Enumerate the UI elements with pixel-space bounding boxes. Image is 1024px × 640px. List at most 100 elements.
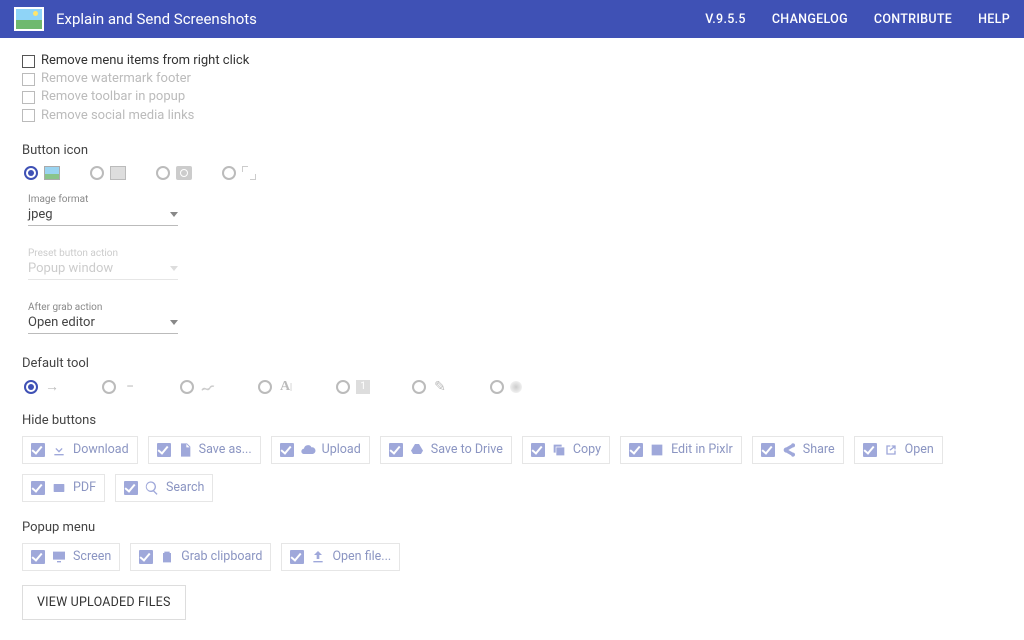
preset-action-caption: Preset button action <box>28 248 1002 259</box>
version-label: V.9.5.5 <box>705 12 746 27</box>
hide-pdf-label: PDF <box>73 480 96 495</box>
remove-watermark-option: Remove watermark footer <box>22 70 1002 88</box>
popup-grabclipboard-label: Grab clipboard <box>181 549 262 564</box>
checked-checkbox-icon[interactable] <box>280 443 294 457</box>
checked-checkbox-icon[interactable] <box>124 481 138 495</box>
image-icon <box>649 442 665 458</box>
text-icon: A| <box>278 379 294 395</box>
hide-open-chip[interactable]: Open <box>854 436 943 464</box>
tool-pencil-option[interactable]: ✎ <box>412 379 448 395</box>
checked-checkbox-icon[interactable] <box>31 443 45 457</box>
remove-toolbar-label: Remove toolbar in popup <box>41 88 185 106</box>
cloud-upload-icon <box>300 442 316 458</box>
hide-share-chip[interactable]: Share <box>752 436 844 464</box>
tool-number-option[interactable]: 1 <box>336 380 370 394</box>
copy-icon <box>551 442 567 458</box>
checked-checkbox-icon[interactable] <box>531 443 545 457</box>
chevron-down-icon <box>170 212 178 217</box>
line-icon: − <box>122 379 138 395</box>
chevron-down-icon <box>170 320 178 325</box>
tool-text-option[interactable]: A| <box>258 379 294 395</box>
capture-frame-icon <box>242 166 256 180</box>
checked-checkbox-icon[interactable] <box>863 443 877 457</box>
number-badge-icon: 1 <box>356 380 370 394</box>
header-nav: V.9.5.5 CHANGELOG CONTRIBUTE HELP <box>705 12 1010 27</box>
tool-blur-option[interactable] <box>490 380 522 394</box>
radio-icon[interactable] <box>24 166 38 180</box>
hide-open-label: Open <box>905 442 934 457</box>
radio-icon[interactable] <box>490 380 504 394</box>
after-grab-select[interactable]: After grab action Open editor <box>28 302 1002 334</box>
hide-buttons-section-label: Hide buttons <box>22 413 1002 428</box>
tool-line-option[interactable]: − <box>102 379 138 395</box>
radio-icon[interactable] <box>336 380 350 394</box>
arrow-right-icon: → <box>44 379 60 395</box>
hide-search-chip[interactable]: Search <box>115 474 213 502</box>
download-icon <box>51 442 67 458</box>
radio-icon[interactable] <box>102 380 116 394</box>
picture-icon <box>44 166 60 180</box>
after-grab-caption: After grab action <box>28 302 1002 313</box>
remove-toolbar-option: Remove toolbar in popup <box>22 88 1002 106</box>
radio-icon[interactable] <box>180 380 194 394</box>
popup-grabclipboard-chip[interactable]: Grab clipboard <box>130 543 271 571</box>
button-icon-option-3[interactable] <box>156 166 192 180</box>
view-uploaded-files-button[interactable]: VIEW UPLOADED FILES <box>22 585 186 620</box>
checked-checkbox-icon[interactable] <box>157 443 171 457</box>
app-logo-icon <box>14 7 44 31</box>
checked-checkbox-icon[interactable] <box>31 550 45 564</box>
radio-icon[interactable] <box>90 166 104 180</box>
checked-checkbox-icon[interactable] <box>139 550 153 564</box>
hide-pdf-chip[interactable]: PDF <box>22 474 105 502</box>
radio-icon[interactable] <box>24 380 38 394</box>
checkbox-icon <box>22 91 35 104</box>
changelog-link[interactable]: CHANGELOG <box>772 12 848 27</box>
radio-icon[interactable] <box>258 380 272 394</box>
pencil-icon: ✎ <box>432 379 448 395</box>
blur-icon <box>510 381 522 393</box>
pdf-icon <box>51 480 67 496</box>
default-tool-section-label: Default tool <box>22 356 1002 371</box>
checked-checkbox-icon[interactable] <box>389 443 403 457</box>
hide-savedrive-chip[interactable]: Save to Drive <box>380 436 512 464</box>
remove-menu-items-option[interactable]: Remove menu items from right click <box>22 52 1002 70</box>
image-format-caption: Image format <box>28 194 1002 205</box>
button-icon-option-4[interactable] <box>222 166 256 180</box>
image-format-select[interactable]: Image format jpeg <box>28 194 1002 226</box>
hide-savedrive-label: Save to Drive <box>431 442 503 457</box>
hide-copy-label: Copy <box>573 442 601 457</box>
hide-copy-chip[interactable]: Copy <box>522 436 610 464</box>
popup-openfile-label: Open file... <box>332 549 391 564</box>
checked-checkbox-icon[interactable] <box>629 443 643 457</box>
drive-icon <box>409 442 425 458</box>
hide-download-chip[interactable]: Download <box>22 436 138 464</box>
radio-icon[interactable] <box>222 166 236 180</box>
popup-screen-chip[interactable]: Screen <box>22 543 120 571</box>
hide-upload-chip[interactable]: Upload <box>271 436 370 464</box>
hide-saveas-chip[interactable]: Save as... <box>148 436 261 464</box>
checked-checkbox-icon[interactable] <box>31 481 45 495</box>
checkbox-icon[interactable] <box>22 55 35 68</box>
checked-checkbox-icon[interactable] <box>290 550 304 564</box>
open-external-icon <box>883 442 899 458</box>
checkbox-icon <box>22 109 35 122</box>
help-link[interactable]: HELP <box>978 12 1010 27</box>
radio-icon[interactable] <box>412 380 426 394</box>
monitor-icon <box>51 549 67 565</box>
contribute-link[interactable]: CONTRIBUTE <box>874 12 952 27</box>
image-format-value: jpeg <box>28 207 53 222</box>
button-icon-option-1[interactable] <box>24 166 60 180</box>
hide-upload-label: Upload <box>322 442 361 457</box>
button-icon-option-2[interactable] <box>90 166 126 180</box>
hide-editpixlr-chip[interactable]: Edit in Pixlr <box>620 436 742 464</box>
checked-checkbox-icon[interactable] <box>761 443 775 457</box>
after-grab-value: Open editor <box>28 315 95 330</box>
tool-freehand-option[interactable] <box>180 379 216 395</box>
remove-watermark-label: Remove watermark footer <box>41 70 191 88</box>
tool-arrow-option[interactable]: → <box>24 379 60 395</box>
grey-picture-icon <box>110 166 126 180</box>
radio-icon[interactable] <box>156 166 170 180</box>
popup-menu-section-label: Popup menu <box>22 520 1002 535</box>
hide-search-label: Search <box>166 480 204 495</box>
popup-openfile-chip[interactable]: Open file... <box>281 543 400 571</box>
